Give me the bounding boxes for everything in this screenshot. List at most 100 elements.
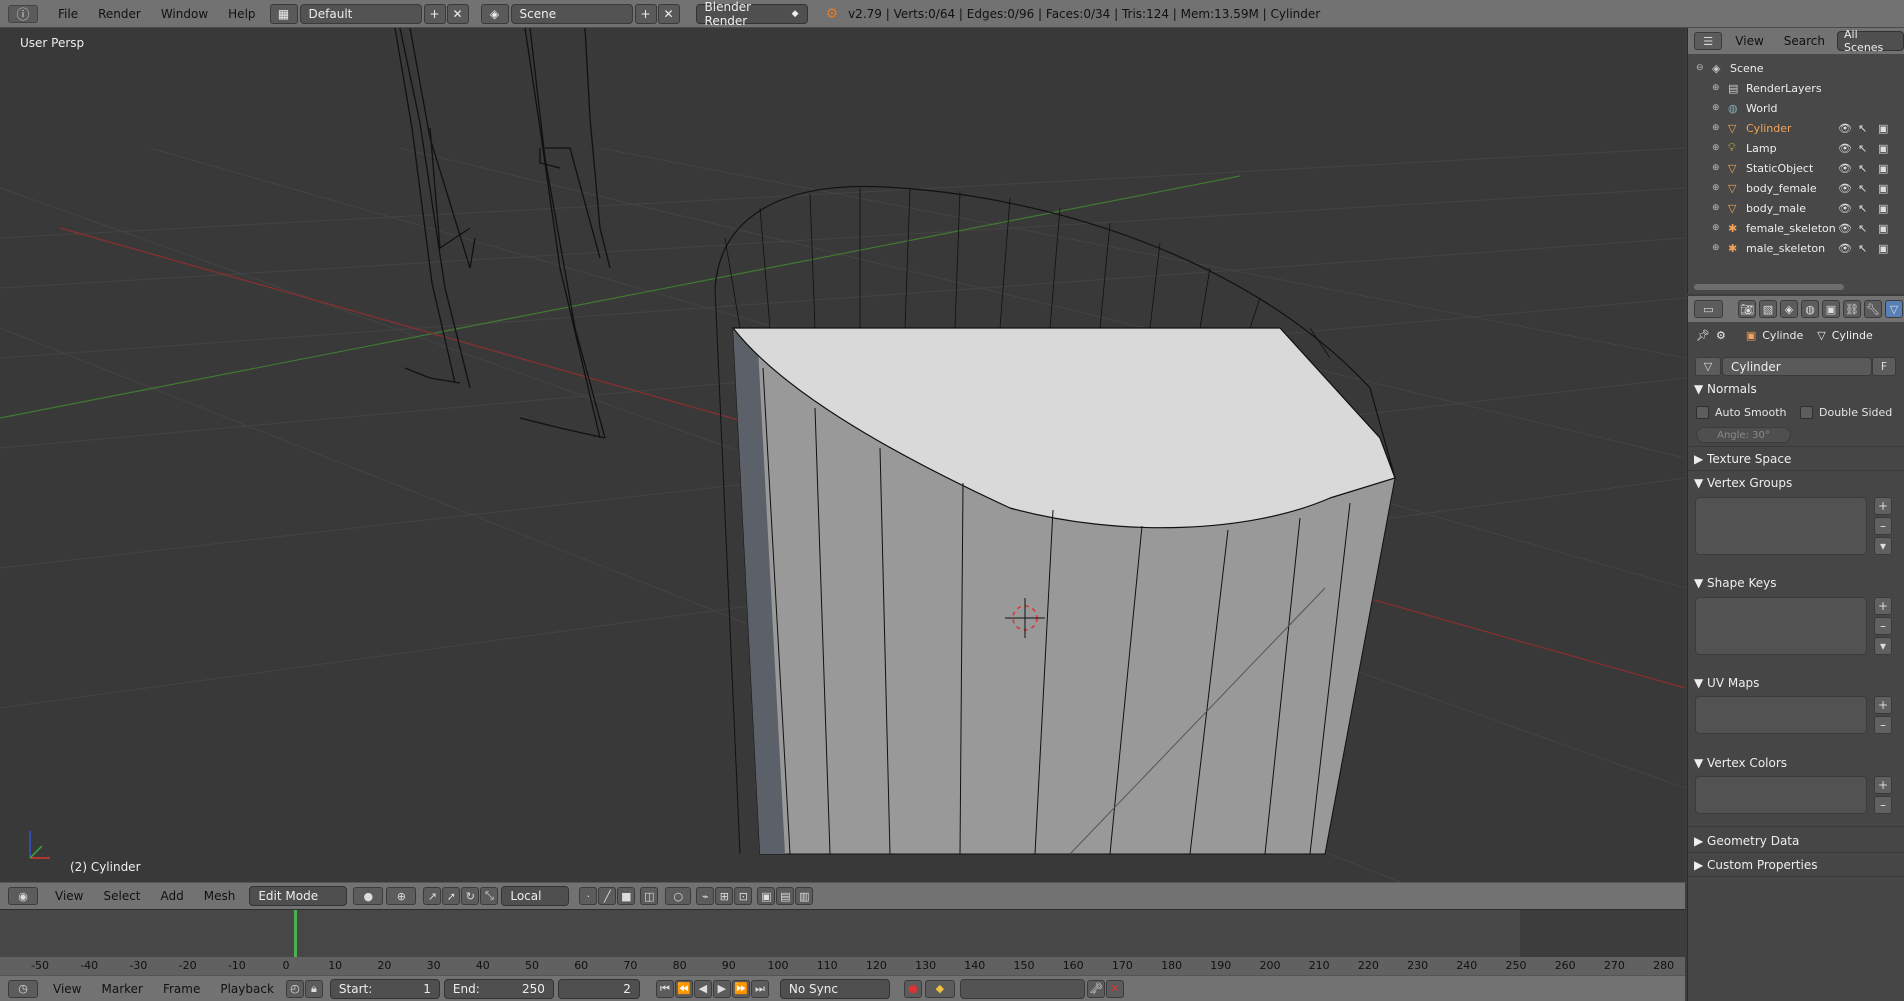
cursor-icon[interactable]: ↖ bbox=[1858, 142, 1867, 155]
end-frame-field[interactable]: End: 250 bbox=[443, 978, 554, 999]
render-tab-icon[interactable]: 📷︎ bbox=[1738, 300, 1756, 318]
outliner-item[interactable]: ⊕ 💡︎ Lamp 👁︎ ↖ ▣ bbox=[1688, 138, 1904, 158]
panel-custom-properties-header[interactable]: ▶ Custom Properties bbox=[1694, 858, 1817, 872]
play-reverse-icon[interactable]: ◀ bbox=[693, 979, 712, 998]
camera-icon[interactable]: ▣ bbox=[1878, 182, 1888, 195]
expand-toggle-icon[interactable]: ⊕ bbox=[1712, 103, 1720, 113]
remove-shape-key-button[interactable]: – bbox=[1874, 617, 1892, 635]
3d-viewport[interactable]: User Persp (2) Cylinder bbox=[0, 28, 1685, 882]
panel-normals-header[interactable]: ▼ Normals bbox=[1694, 382, 1757, 396]
world-tab-icon[interactable]: ◍ bbox=[1801, 300, 1819, 318]
object-tab-icon[interactable]: ▣ bbox=[1822, 300, 1840, 318]
cursor-icon[interactable]: ↖ bbox=[1858, 162, 1867, 175]
render-layers-tab-icon[interactable]: ▧ bbox=[1759, 300, 1777, 318]
record-icon[interactable]: ● bbox=[903, 979, 922, 998]
outliner-item[interactable]: ⊕ ▽ body_female 👁︎ ↖ ▣ bbox=[1688, 178, 1904, 198]
add-shape-key-button[interactable]: + bbox=[1874, 597, 1892, 615]
uv-maps-list[interactable] bbox=[1695, 696, 1867, 734]
add-vertex-color-button[interactable]: + bbox=[1874, 776, 1892, 794]
outliner-editor-icon[interactable]: ☰ bbox=[1694, 32, 1723, 50]
camera-icon[interactable]: ▣ bbox=[1878, 242, 1888, 255]
keying-set-field[interactable] bbox=[959, 978, 1085, 999]
next-keyframe-icon[interactable]: ⏩ bbox=[731, 979, 750, 998]
scene-icon[interactable]: ◈ bbox=[480, 3, 509, 24]
eye-icon[interactable]: 👁︎ bbox=[1838, 182, 1852, 195]
translate-icon[interactable]: ➚ bbox=[442, 887, 461, 905]
menu-window[interactable]: Window bbox=[151, 7, 218, 21]
panel-vertex-colors-header[interactable]: ▼ Vertex Colors bbox=[1694, 756, 1787, 770]
panel-texture-space-header[interactable]: ▶ Texture Space bbox=[1694, 452, 1791, 466]
limit-selection-icon[interactable]: ◫ bbox=[640, 887, 659, 905]
cursor-icon[interactable]: ↖ bbox=[1858, 182, 1867, 195]
scene-tab-icon[interactable]: ◈ bbox=[1780, 300, 1798, 318]
mode-select[interactable]: Edit Mode bbox=[249, 886, 348, 906]
panel-vertex-groups-header[interactable]: ▼ Vertex Groups bbox=[1694, 476, 1792, 490]
remove-layout-button[interactable]: ✕ bbox=[446, 3, 469, 24]
expand-toggle-icon[interactable]: ⊕ bbox=[1712, 123, 1720, 133]
outliner-menu-view[interactable]: View bbox=[1725, 34, 1773, 48]
menu-select[interactable]: Select bbox=[93, 889, 150, 903]
add-layout-button[interactable]: + bbox=[423, 3, 446, 24]
timeline-ruler[interactable]: -50 -40 -30 -20 -10 0 10 20 30 40 50 60 70 80 90 100 110… bbox=[0, 957, 1685, 975]
cursor-icon[interactable]: ↖ bbox=[1858, 122, 1867, 135]
delete-keyframe-icon[interactable]: ✕ bbox=[1105, 979, 1124, 998]
expand-toggle-icon[interactable]: ⊖ bbox=[1696, 63, 1704, 73]
expand-toggle-icon[interactable]: ⊕ bbox=[1712, 163, 1720, 173]
vertex-colors-list[interactable] bbox=[1695, 776, 1867, 814]
eye-icon[interactable]: 👁︎ bbox=[1838, 242, 1852, 255]
auto-smooth-angle-field[interactable]: Angle: 30° bbox=[1696, 427, 1791, 443]
camera-icon[interactable]: ▣ bbox=[1878, 222, 1888, 235]
mesh-name-field[interactable]: Cylinder bbox=[1722, 357, 1872, 376]
layers-icon[interactable]: ▥ bbox=[795, 887, 814, 905]
jump-start-icon[interactable]: ⏮ bbox=[655, 979, 674, 998]
orientation-select[interactable]: Local bbox=[501, 886, 570, 906]
cursor-icon[interactable]: ↖ bbox=[1858, 202, 1867, 215]
outliner-item[interactable]: ⊕ ✱ male_skeleton 👁︎ ↖ ▣ bbox=[1688, 238, 1904, 258]
menu-file[interactable]: File bbox=[48, 7, 88, 21]
snap-target-icon[interactable]: ⊡ bbox=[734, 887, 753, 905]
preview-range-icon[interactable]: ◴ bbox=[285, 979, 304, 998]
vertex-groups-list[interactable] bbox=[1695, 497, 1867, 555]
outliner-item[interactable]: ⊕ ▽ StaticObject 👁︎ ↖ ▣ bbox=[1688, 158, 1904, 178]
remove-vertex-group-button[interactable]: – bbox=[1874, 517, 1892, 535]
properties-editor-icon[interactable]: ▭ bbox=[1694, 300, 1723, 318]
eye-icon[interactable]: 👁︎ bbox=[1838, 222, 1852, 235]
editor-type-icon[interactable]: ⓘ bbox=[8, 4, 38, 23]
outliner-item[interactable]: ⊕ ▤ RenderLayers bbox=[1688, 78, 1904, 98]
vertex-select-icon[interactable]: · bbox=[579, 887, 598, 905]
camera-icon[interactable]: ▣ bbox=[1878, 142, 1888, 155]
eye-icon[interactable]: 👁︎ bbox=[1838, 162, 1852, 175]
cursor-icon[interactable]: ↖ bbox=[1858, 222, 1867, 235]
outliner-item[interactable]: ⊕ ▽ body_male 👁︎ ↖ ▣ bbox=[1688, 198, 1904, 218]
keying-icon[interactable]: ◆ bbox=[924, 979, 955, 998]
shading-icon[interactable]: ● bbox=[353, 887, 384, 905]
expand-toggle-icon[interactable]: ⊕ bbox=[1712, 243, 1720, 253]
cursor-icon[interactable]: ↖ bbox=[1858, 242, 1867, 255]
remove-uv-map-button[interactable]: – bbox=[1874, 716, 1892, 734]
menu-timeline-view[interactable]: View bbox=[43, 982, 91, 996]
expand-toggle-icon[interactable]: ⊕ bbox=[1712, 203, 1720, 213]
menu-add[interactable]: Add bbox=[151, 889, 194, 903]
opengl-render-icon[interactable]: ▣ bbox=[757, 887, 776, 905]
eye-icon[interactable]: 👁︎ bbox=[1838, 142, 1852, 155]
editor-type-icon-3d[interactable]: ◉ bbox=[8, 887, 38, 905]
pin-icon[interactable]: 📌︎ bbox=[1696, 329, 1710, 342]
current-frame-marker[interactable] bbox=[294, 910, 297, 958]
pivot-icon[interactable]: ⊕ bbox=[386, 887, 417, 905]
auto-smooth-checkbox[interactable]: Auto Smooth bbox=[1696, 406, 1786, 419]
manipulator-icon[interactable]: ↗ bbox=[423, 887, 442, 905]
menu-view[interactable]: View bbox=[45, 889, 93, 903]
scene-field[interactable]: Scene bbox=[510, 3, 633, 24]
insert-keyframe-icon[interactable]: 🗝︎ bbox=[1086, 979, 1105, 998]
proportional-edit-icon[interactable]: ○ bbox=[665, 887, 692, 905]
play-icon[interactable]: ▶ bbox=[712, 979, 731, 998]
outliner-menu-search[interactable]: Search bbox=[1774, 34, 1835, 48]
mesh-browse-icon[interactable]: ▽ bbox=[1695, 357, 1721, 376]
timeline-area[interactable] bbox=[0, 909, 1685, 958]
lock-icon[interactable]: 🔒︎ bbox=[304, 979, 323, 998]
add-uv-map-button[interactable]: + bbox=[1874, 696, 1892, 714]
add-vertex-group-button[interactable]: + bbox=[1874, 497, 1892, 515]
panel-shape-keys-header[interactable]: ▼ Shape Keys bbox=[1694, 576, 1776, 590]
expand-toggle-icon[interactable]: ⊕ bbox=[1712, 223, 1720, 233]
editor-type-icon-timeline[interactable]: ◷ bbox=[8, 979, 38, 998]
